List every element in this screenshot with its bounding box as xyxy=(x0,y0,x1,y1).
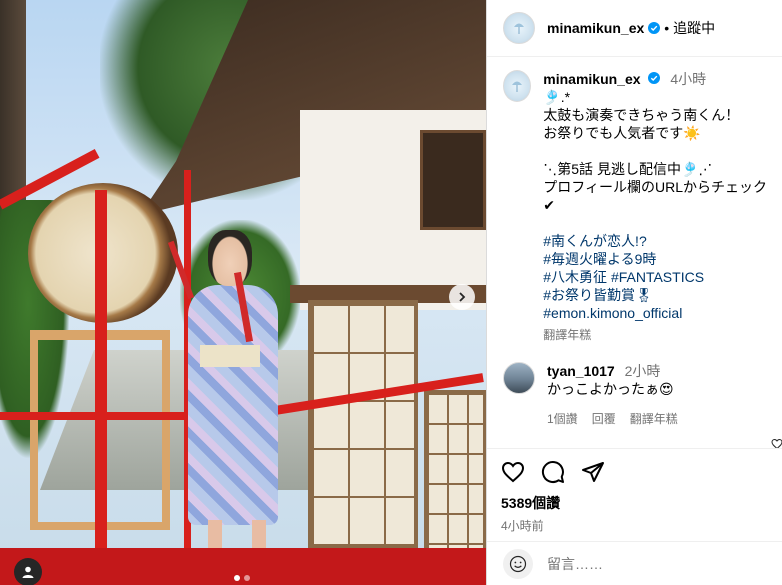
photo-person-leg xyxy=(252,520,266,550)
caption-line: ✔ xyxy=(543,197,555,213)
caption-line: 🎐.* xyxy=(543,89,571,105)
comments-section[interactable]: minamikun_ex 4小時 🎐.* 太鼓も演奏できちゃう南くん！ お祭りで… xyxy=(487,58,782,448)
comment-text: かっこよかったぁ😍 xyxy=(547,381,674,397)
heart-icon[interactable] xyxy=(501,460,525,484)
commenter-avatar[interactable] xyxy=(503,362,535,394)
share-icon[interactable] xyxy=(581,460,605,484)
wind-chime-icon xyxy=(512,81,523,92)
add-comment-bar xyxy=(487,541,782,585)
caption-line: ⋱第5話 見逃し配信中🎐⋰ xyxy=(543,161,713,177)
commenter-self-avatar[interactable] xyxy=(503,548,533,579)
photo-person-leg xyxy=(208,520,222,550)
chevron-right-icon xyxy=(459,292,466,302)
caption-row: minamikun_ex 4小時 🎐.* 太鼓も演奏できちゃう南くん！ お祭りで… xyxy=(503,70,767,344)
carousel-dots xyxy=(234,575,250,581)
photo-shoji-door xyxy=(308,300,418,550)
comment-input[interactable] xyxy=(547,555,747,572)
verified-badge-icon xyxy=(648,22,661,34)
post-media[interactable] xyxy=(0,0,486,585)
author-avatar[interactable] xyxy=(503,12,535,44)
caption-line: お祭りでも人気者です☀️ xyxy=(543,125,701,141)
commenter-username[interactable]: tyan_1017 xyxy=(547,363,615,379)
caption-time[interactable]: 4小時 xyxy=(670,71,706,87)
comment-reply-button[interactable]: 回覆 xyxy=(592,410,616,428)
comment-icon[interactable] xyxy=(541,460,565,484)
author-username[interactable]: minamikun_ex xyxy=(547,20,644,36)
header-separator: • xyxy=(664,20,670,36)
photo-rail xyxy=(0,412,200,420)
caption-line: プロフィール欄のURLからチェック xyxy=(543,179,767,195)
post-side-panel: minamikun_ex • 追蹤中 minamikun_ex 4小時 🎐.* … xyxy=(486,0,782,585)
post-actions: 5389個讚 4小時前 xyxy=(487,448,782,534)
comment-row: tyan_1017 2小時 かっこよかったぁ😍 1個讚 回覆 翻譯年糕 xyxy=(503,362,767,428)
user-tag-icon xyxy=(22,566,34,578)
carousel-dot-active xyxy=(234,575,240,581)
carousel-dot xyxy=(244,575,250,581)
hashtag-link[interactable]: #八木勇征 #FANTASTICS xyxy=(543,268,767,286)
user-tag-button[interactable] xyxy=(14,558,42,585)
like-count[interactable]: 5389個讚 xyxy=(501,493,767,513)
hashtag-link[interactable]: #emon.kimono_official xyxy=(543,304,767,322)
smiley-icon xyxy=(509,555,527,572)
caption-body: minamikun_ex 4小時 🎐.* 太鼓も演奏できちゃう南くん！ お祭りで… xyxy=(543,70,767,344)
comment-body: tyan_1017 2小時 かっこよかったぁ😍 1個讚 回覆 翻譯年糕 xyxy=(547,362,767,428)
photo-rail-post xyxy=(95,190,107,550)
caption-line xyxy=(543,142,767,160)
hashtag-link[interactable]: #毎週火曜よる9時 xyxy=(543,250,767,268)
photo-person-head xyxy=(208,230,252,286)
post-timestamp[interactable]: 4小時前 xyxy=(501,517,767,534)
hashtag-link[interactable]: #お祭り皆勤賞🎖 xyxy=(543,286,767,304)
photo-shrine-sign xyxy=(420,130,486,230)
wind-chime-icon xyxy=(514,23,524,34)
action-icons xyxy=(501,455,767,489)
caption-author-avatar[interactable] xyxy=(503,70,532,102)
hashtag-link[interactable]: #南くんが恋人!? xyxy=(543,232,767,250)
caption-translate-link[interactable]: 翻譯年糕 xyxy=(543,326,767,344)
caption-author[interactable]: minamikun_ex xyxy=(543,71,640,87)
photo-shoji-door-2 xyxy=(424,390,486,560)
comment-meta: 1個讚 回覆 翻譯年糕 xyxy=(547,410,767,428)
photo-person-obi xyxy=(200,345,260,367)
comment-like-heart-icon[interactable] xyxy=(771,438,782,448)
comment-translate-link[interactable]: 翻譯年糕 xyxy=(630,410,678,428)
carousel-next-button[interactable] xyxy=(449,284,475,310)
post-header: minamikun_ex • 追蹤中 xyxy=(487,0,782,57)
comment-time[interactable]: 2小時 xyxy=(625,363,661,379)
verified-badge-icon xyxy=(648,72,661,84)
photo-person-yukata xyxy=(188,285,278,525)
follow-status-button[interactable]: 追蹤中 xyxy=(673,18,715,38)
caption-line: 太鼓も演奏できちゃう南くん！ xyxy=(543,107,740,123)
comment-likes[interactable]: 1個讚 xyxy=(547,410,578,428)
